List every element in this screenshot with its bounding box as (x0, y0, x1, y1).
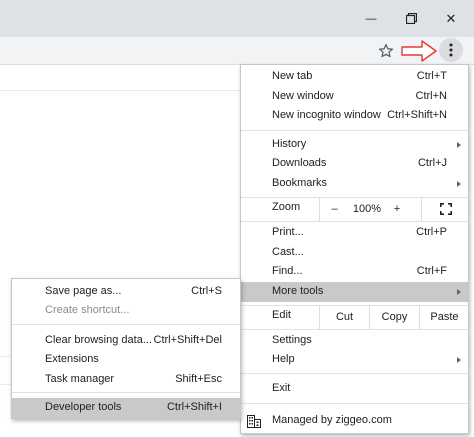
menu-item-create-shortcut: Create shortcut... (12, 301, 240, 321)
zoom-level: 100% (349, 197, 385, 221)
menu-item-exit[interactable]: Exit (241, 379, 468, 399)
menu-item-label: Print... (272, 226, 304, 238)
menu-item-developer-tools[interactable]: Developer tools Ctrl+Shift+I (12, 398, 240, 418)
chrome-main-menu: New tab Ctrl+T New window Ctrl+N New inc… (240, 64, 469, 434)
restore-icon (405, 13, 417, 24)
menu-item-find[interactable]: Find... Ctrl+F (241, 262, 468, 282)
copy-button[interactable]: Copy (369, 305, 419, 329)
title-bar: — ✕ (0, 0, 474, 37)
menu-item-label: New tab (272, 70, 313, 82)
managed-by-notice[interactable]: Managed by ziggeo.com (241, 411, 468, 431)
menu-item-shortcut: Shift+Esc (175, 373, 222, 385)
menu-item-new-incognito-window[interactable]: New incognito window Ctrl+Shift+N (241, 106, 468, 126)
menu-item-more-tools[interactable]: More tools (241, 282, 468, 302)
menu-item-save-page-as[interactable]: Save page as... Ctrl+S (12, 282, 240, 302)
menu-item-label: Exit (272, 382, 291, 394)
fullscreen-icon (439, 203, 452, 215)
menu-item-label: Task manager (45, 373, 115, 385)
restore-button[interactable] (392, 0, 430, 37)
menu-separator (241, 403, 468, 404)
menu-item-task-manager[interactable]: Task manager Shift+Esc (12, 370, 240, 390)
three-dots-vertical-icon (449, 43, 453, 57)
chevron-right-icon (457, 142, 461, 148)
menu-item-bookmarks[interactable]: Bookmarks (241, 174, 468, 194)
browser-toolbar (0, 37, 474, 65)
menu-item-label: New incognito window (272, 109, 381, 121)
menu-item-label: Bookmarks (272, 177, 328, 189)
menu-item-shortcut: Ctrl+Shift+I (166, 401, 222, 413)
close-button[interactable]: ✕ (432, 0, 470, 37)
menu-item-label: Cast... (272, 246, 304, 258)
star-outline-icon[interactable] (378, 43, 394, 59)
menu-item-shortcut: Ctrl+Shift+N (387, 109, 447, 121)
menu-item-label: Help (272, 353, 295, 365)
menu-item-shortcut: Ctrl+F (416, 265, 447, 277)
chevron-right-icon (457, 357, 461, 363)
menu-item-downloads[interactable]: Downloads Ctrl+J (241, 154, 468, 174)
menu-separator (12, 392, 240, 393)
menu-item-new-tab[interactable]: New tab Ctrl+T (241, 67, 468, 87)
paste-label: Paste (430, 311, 459, 323)
menu-item-shortcut: Ctrl+P (416, 226, 447, 238)
cut-button[interactable]: Cut (319, 305, 369, 329)
managed-by-label: Managed by ziggeo.com (272, 414, 392, 426)
page-divider (0, 90, 240, 91)
menu-item-label: Downloads (272, 157, 327, 169)
menu-item-shortcut: Ctrl+S (191, 285, 222, 297)
edit-label: Edit (272, 309, 291, 321)
zoom-row: Zoom – 100% + (241, 197, 468, 221)
paste-button[interactable]: Paste (419, 305, 469, 329)
cut-label: Cut (335, 311, 354, 323)
menu-separator (12, 324, 240, 325)
menu-item-clear-browsing-data[interactable]: Clear browsing data... Ctrl+Shift+Del (12, 331, 240, 351)
chrome-menu-button[interactable] (439, 38, 463, 62)
zoom-level-value: 100% (352, 203, 382, 215)
menu-separator (241, 373, 468, 374)
menu-item-shortcut: Ctrl+N (415, 90, 447, 102)
menu-item-label: Create shortcut... (45, 304, 130, 316)
menu-item-label: Developer tools (45, 401, 122, 413)
menu-item-new-window[interactable]: New window Ctrl+N (241, 87, 468, 107)
menu-item-label: Find... (272, 265, 303, 277)
zoom-label: Zoom (272, 201, 301, 213)
menu-item-shortcut: Ctrl+J (417, 157, 447, 169)
menu-item-label: New window (272, 90, 334, 102)
menu-item-history[interactable]: History (241, 135, 468, 155)
more-tools-submenu: Save page as... Ctrl+S Create shortcut..… (11, 278, 241, 419)
fullscreen-button[interactable] (421, 197, 469, 221)
menu-item-shortcut: Ctrl+Shift+Del (153, 334, 222, 346)
zoom-out-button[interactable]: – (319, 197, 349, 221)
menu-separator (241, 221, 468, 222)
minus-icon: – (331, 203, 338, 215)
minimize-button[interactable]: — (352, 0, 390, 37)
menu-item-extensions[interactable]: Extensions (12, 350, 240, 370)
menu-item-label: Clear browsing data... (45, 334, 152, 346)
building-icon (247, 415, 261, 428)
menu-item-label: History (272, 138, 307, 150)
menu-item-shortcut: Ctrl+T (416, 70, 447, 82)
menu-item-label: More tools (272, 285, 324, 297)
zoom-in-button[interactable]: + (385, 197, 409, 221)
menu-separator (241, 329, 468, 330)
menu-item-cast[interactable]: Cast... (241, 243, 468, 263)
menu-item-help[interactable]: Help (241, 350, 468, 370)
close-icon: ✕ (445, 10, 457, 26)
menu-separator (241, 130, 468, 131)
menu-item-settings[interactable]: Settings (241, 331, 468, 351)
copy-label: Copy (381, 311, 408, 323)
annotation-arrow-icon (401, 40, 437, 62)
chevron-right-icon (457, 289, 461, 295)
minimize-icon: — (365, 12, 377, 25)
menu-item-label: Save page as... (45, 285, 122, 297)
edit-row: Edit Cut Copy Paste (241, 305, 468, 329)
chevron-right-icon (457, 181, 461, 187)
menu-item-label: Settings (272, 334, 312, 346)
plus-icon: + (393, 203, 401, 215)
menu-item-print[interactable]: Print... Ctrl+P (241, 223, 468, 243)
menu-item-label: Extensions (45, 353, 99, 365)
